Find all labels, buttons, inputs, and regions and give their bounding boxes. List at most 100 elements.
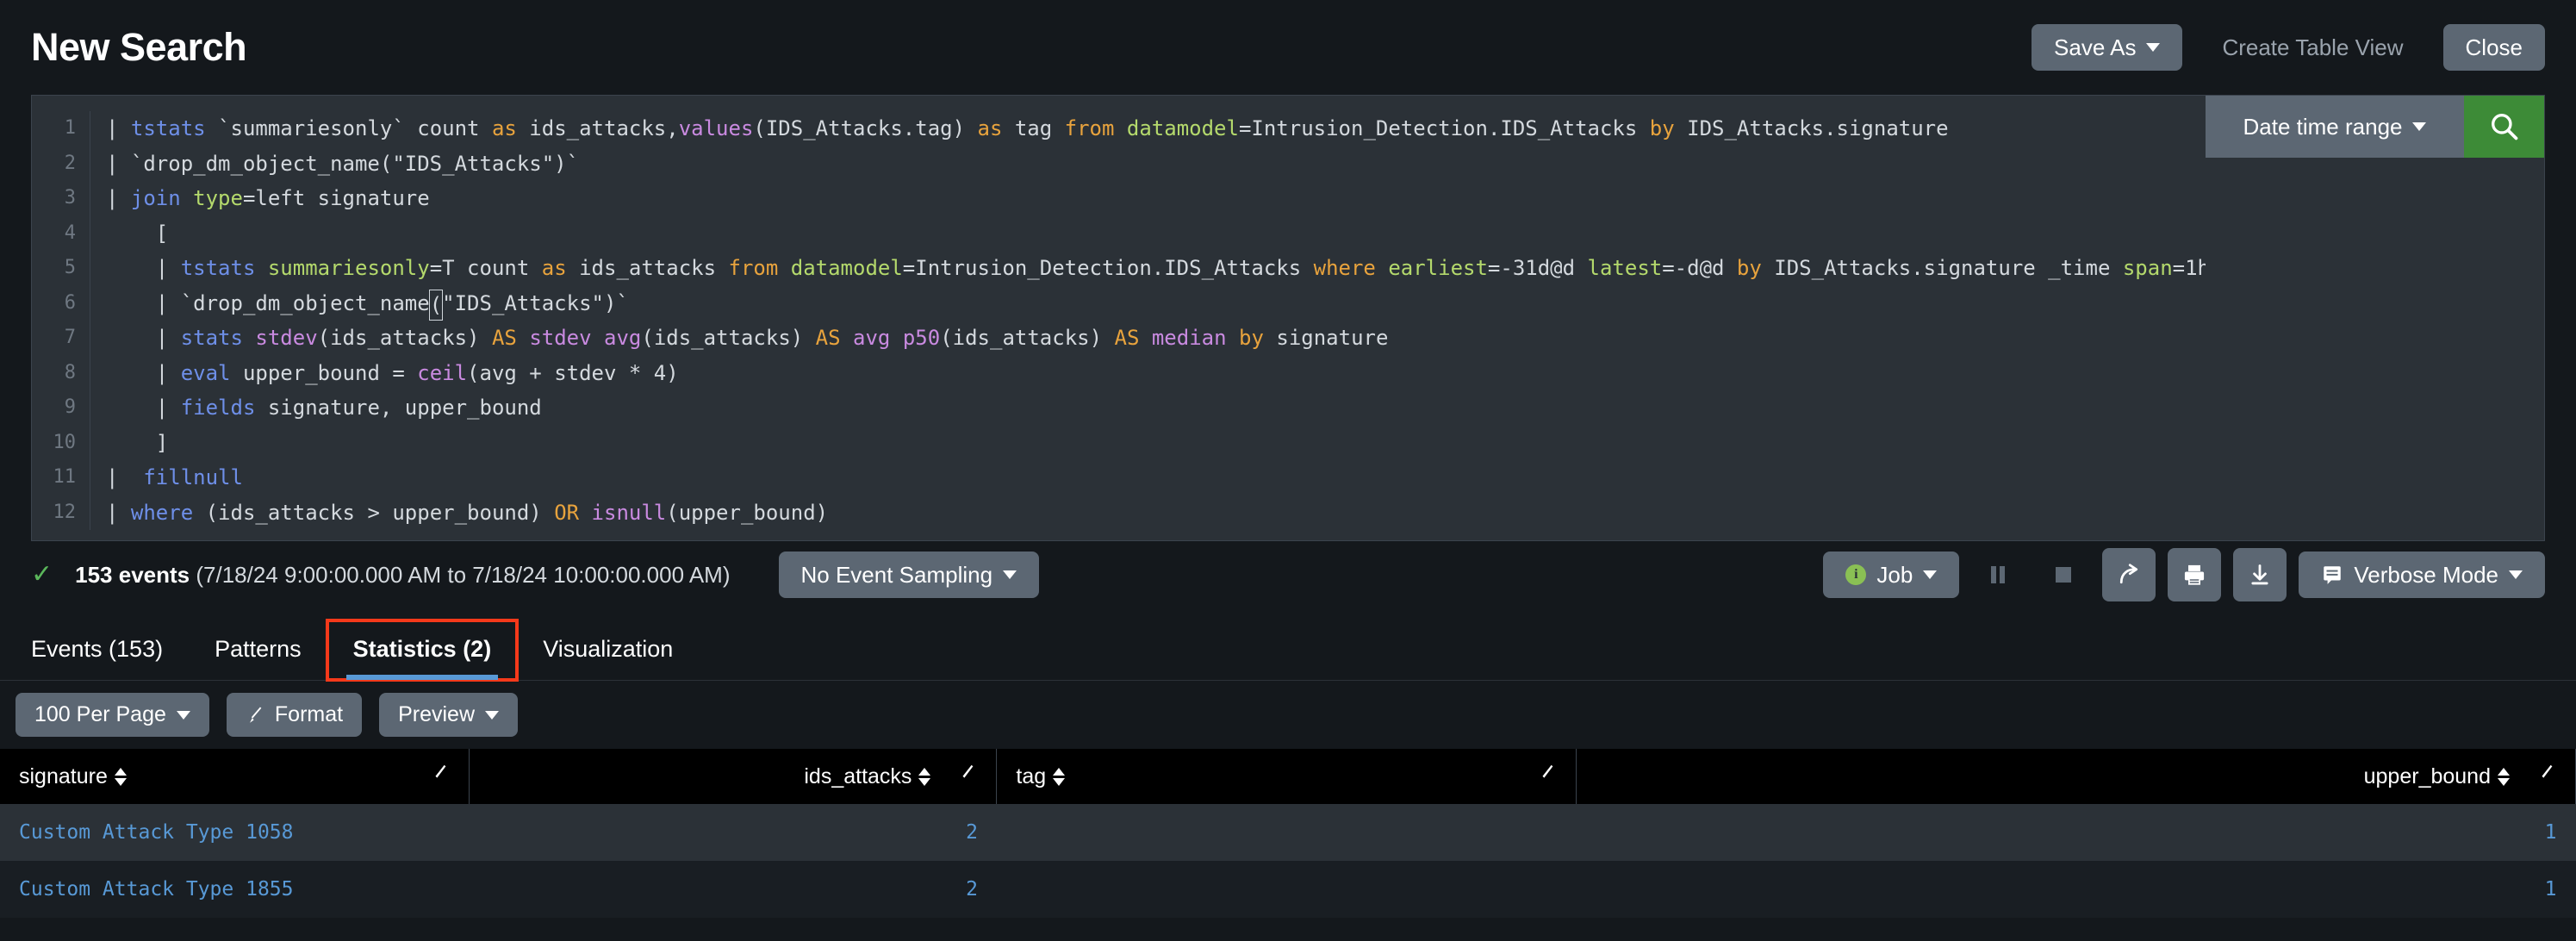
query-line-text: | fillnull [106, 465, 243, 489]
column-header-signature[interactable]: signature [0, 749, 470, 804]
cell-tag[interactable] [996, 861, 1577, 918]
cell-ids_attacks[interactable]: 2 [469, 861, 997, 918]
cell-value[interactable]: Custom Attack Type 1058 [19, 821, 294, 844]
query-line: 8 | eval upper_bound = ceil(avg + stdev … [32, 355, 2206, 390]
query-line-text: | where (ids_attacks > upper_bound) OR i… [106, 500, 829, 525]
column-header-upper_bound[interactable]: upper_bound [1576, 749, 2576, 804]
sort-icon[interactable] [2498, 767, 2510, 786]
share-button[interactable] [2102, 548, 2156, 601]
sort-icon[interactable] [918, 767, 931, 786]
pencil-icon[interactable] [1522, 764, 1557, 789]
query-line-text: | stats stdev(ids_attacks) AS stdev avg(… [106, 326, 1389, 350]
list-icon [2324, 566, 2342, 584]
brush-icon [249, 706, 262, 723]
cell-value[interactable]: 2 [966, 821, 978, 844]
column-header-label: signature [19, 763, 108, 788]
table-row: Custom Attack Type 1058 2 1 [0, 804, 2576, 861]
pencil-icon[interactable] [2522, 764, 2556, 789]
table-body: Custom Attack Type 1058 2 1 Custom Attack T… [0, 804, 2576, 918]
cell-value[interactable]: 2 [966, 878, 978, 900]
preview-label: Preview [398, 702, 476, 726]
date-time-range-picker[interactable]: Date time range [2206, 96, 2464, 158]
pause-icon [1991, 566, 2006, 583]
check-icon: ✓ [31, 560, 53, 589]
print-button[interactable] [2168, 548, 2222, 601]
query-line: 4 [ [32, 215, 2206, 251]
tab-events-153[interactable]: Events (153) [31, 620, 189, 680]
chevron-down-icon [1003, 570, 1017, 579]
run-search-button[interactable] [2464, 96, 2544, 158]
chevron-down-icon [2509, 570, 2523, 579]
column-header-label: upper_bound [2363, 763, 2491, 788]
query-line: 3 | join type=left signature [32, 181, 2206, 216]
line-number: 3 [32, 181, 90, 216]
cell-ids_attacks[interactable]: 2 [469, 804, 997, 861]
header-actions: Save As Create Table View Close [2032, 24, 2545, 71]
line-number: 8 [32, 355, 90, 390]
chevron-down-icon [176, 710, 190, 720]
sort-icon[interactable] [114, 767, 127, 786]
query-line: 7 | stats stdev(ids_attacks) AS stdev av… [32, 321, 2206, 356]
tab-statistics-2[interactable]: Statistics (2) [325, 619, 520, 682]
tab-visualization[interactable]: Visualization [517, 620, 699, 680]
format-button[interactable]: Format [226, 693, 363, 737]
search-query-code[interactable]: 1 | tstats `summariesonly` count as ids_a… [32, 96, 2206, 530]
query-line-text: ] [106, 430, 169, 455]
save-as-label: Save As [2054, 34, 2137, 60]
pause-button[interactable] [1971, 548, 2025, 601]
cell-signature[interactable]: Custom Attack Type 1855 [0, 861, 470, 918]
pencil-icon[interactable] [943, 764, 977, 789]
line-number: 1 [32, 111, 90, 146]
export-button[interactable] [2233, 548, 2287, 601]
search-icon [2491, 114, 2517, 140]
search-query-editor[interactable]: 1 | tstats `summariesonly` count as ids_a… [32, 96, 2206, 540]
results-controls: 100 Per Page Format Preview [0, 681, 2576, 749]
query-line-text: [ [106, 221, 169, 246]
cell-value[interactable]: 1 [2545, 821, 2557, 844]
stop-button[interactable] [2037, 548, 2090, 601]
line-number: 5 [32, 251, 90, 286]
chevron-down-icon [1923, 570, 1938, 579]
print-icon [2185, 564, 2205, 585]
table-row: Custom Attack Type 1855 2 1 [0, 861, 2576, 918]
cell-tag[interactable] [996, 804, 1577, 861]
line-number: 2 [32, 146, 90, 181]
info-icon: i [1845, 564, 1867, 585]
job-controls: i Job Verbose Mode [1823, 548, 2545, 601]
cell-upper_bound[interactable]: 1 [1576, 861, 2576, 918]
cell-value[interactable]: 1 [2545, 878, 2557, 900]
query-line-text: | tstats summariesonly=T count as ids_at… [106, 256, 2206, 280]
close-button[interactable]: Close [2442, 24, 2545, 71]
preview-button[interactable]: Preview [379, 693, 519, 737]
cell-value[interactable]: Custom Attack Type 1855 [19, 878, 294, 900]
page-header: New Search Save As Create Table View Clo… [0, 0, 2576, 95]
event-sampling-label: No Event Sampling [800, 562, 993, 588]
tab-patterns[interactable]: Patterns [189, 620, 327, 680]
cell-signature[interactable]: Custom Attack Type 1058 [0, 804, 470, 861]
line-number: 6 [32, 285, 90, 321]
query-line-text: | `drop_dm_object_name("IDS_Attacks")` [106, 151, 580, 176]
format-label: Format [274, 702, 344, 726]
sort-icon[interactable] [1053, 767, 1066, 786]
result-tabs: Events (153) Patterns Statistics (2) Visual… [0, 608, 2576, 682]
verbose-mode-button[interactable]: Verbose Mode [2299, 552, 2545, 598]
date-time-range-button[interactable]: Date time range [2206, 96, 2464, 158]
cell-upper_bound[interactable]: 1 [1576, 804, 2576, 861]
verbose-mode-label: Verbose Mode [2354, 562, 2498, 588]
pencil-icon[interactable] [415, 764, 450, 789]
event-sampling-button[interactable]: No Event Sampling [778, 552, 1040, 598]
date-time-range-label: Date time range [2243, 113, 2403, 140]
chevron-down-icon [485, 710, 500, 720]
events-time-range: (7/18/24 9:00:00.000 AM to 7/18/24 10:00… [196, 561, 731, 588]
query-line: 6 | `drop_dm_object_name("IDS_Attacks")` [32, 285, 2206, 321]
search-status-row: ✓ 153 events (7/18/24 9:00:00.000 AM to … [0, 541, 2576, 608]
query-line: 1 | tstats `summariesonly` count as ids_a… [32, 111, 2206, 146]
tab-label: Patterns [215, 636, 302, 662]
job-label: Job [1876, 562, 1913, 588]
job-button[interactable]: i Job [1823, 552, 1960, 598]
save-as-button[interactable]: Save As [2032, 24, 2183, 71]
column-header-ids_attacks[interactable]: ids_attacks [469, 749, 998, 804]
per-page-button[interactable]: 100 Per Page [16, 693, 209, 737]
column-header-tag[interactable]: tag [996, 749, 1577, 804]
create-table-view-button[interactable]: Create Table View [2200, 24, 2425, 71]
